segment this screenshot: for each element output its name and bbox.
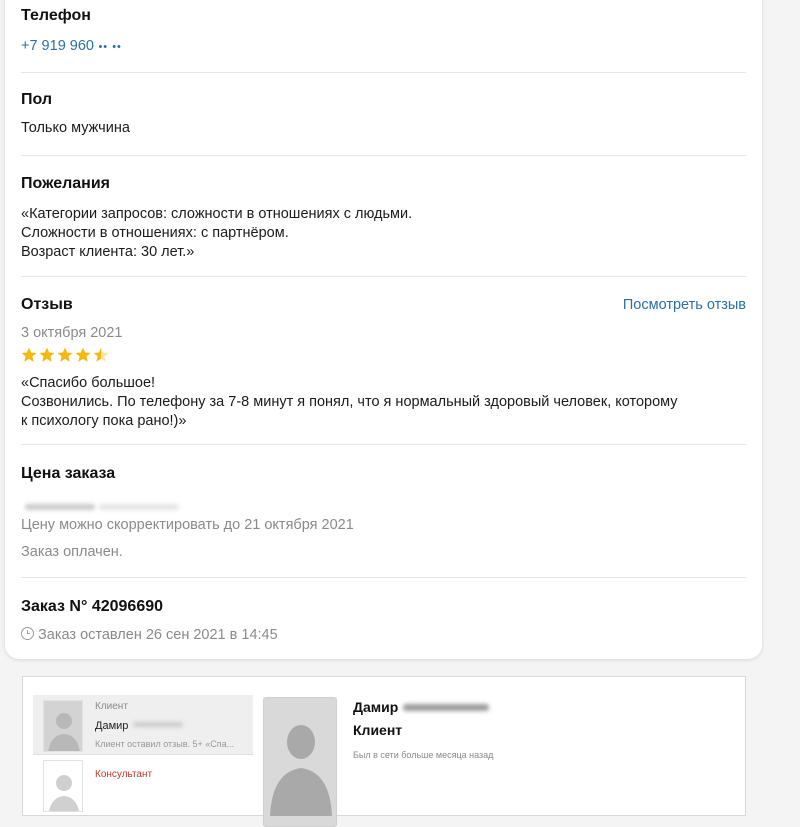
phone-title: Телефон [21, 7, 91, 24]
avatar [43, 700, 83, 752]
review-section: Отзыв Посмотреть отзыв 3 октября 2021 «С… [21, 277, 746, 445]
chat-item-name: Дамир [95, 720, 129, 732]
wishes-text: «Категории запросов: сложности в отношен… [21, 205, 412, 262]
chat-item-name-row: Дамир [95, 716, 234, 734]
blurred-surname [402, 704, 489, 712]
chat-panel: Клиент Дамир Клиент оставил отзыв. 5+ «С… [22, 676, 746, 827]
avatar [43, 760, 83, 812]
profile-avatar [263, 697, 337, 827]
chat-item-preview: Клиент оставил отзыв. 5+ «Спа... [95, 739, 235, 749]
chat-list: Клиент Дамир Клиент оставил отзыв. 5+ «С… [33, 695, 253, 815]
phone-number-link[interactable]: +7 919 960 [21, 38, 94, 54]
phone-masked-digits: •• •• [98, 41, 122, 53]
chat-item-role: Консультант [95, 769, 153, 780]
review-line: Созвонились. По телефону за 7-8 минут я … [21, 394, 678, 410]
profile-name-row: Дамир [353, 699, 493, 717]
order-created-text: Заказ оставлен 26 сен 2021 в 14:45 [38, 627, 278, 643]
wishes-line: «Категории запросов: сложности в отношен… [21, 206, 413, 222]
profile-info: Дамир Клиент Был в сети больше месяца на… [353, 699, 493, 760]
order-section: Заказ N° 42096690 Заказ оставлен 26 сен … [21, 578, 746, 658]
star-icon [21, 347, 37, 362]
profile-last-seen: Был в сети больше месяца назад [353, 750, 494, 760]
phone-value-row[interactable]: +7 919 960 •• •• [21, 37, 122, 55]
person-silhouette-icon [49, 775, 79, 811]
review-line: «Спасибо большое! [21, 375, 156, 391]
chat-item-role: Клиент [95, 701, 128, 712]
price-section: Цена заказа Цену можно скорректировать д… [21, 445, 746, 578]
review-date: 3 октября 2021 [21, 325, 123, 341]
wishes-line: Сложности в отношениях: с партнёром. [21, 225, 289, 241]
order-created-row: Заказ оставлен 26 сен 2021 в 14:45 [21, 627, 278, 643]
gender-value: Только мужчина [21, 120, 130, 136]
review-text: «Спасибо большое! Созвонились. По телефо… [21, 374, 678, 431]
chat-item-client[interactable]: Клиент Дамир Клиент оставил отзыв. 5+ «С… [33, 695, 253, 755]
review-line: к психологу пока рано!)» [21, 413, 187, 429]
chat-item-consultant[interactable]: Консультант [33, 755, 253, 815]
person-silhouette-icon [48, 713, 80, 751]
price-title: Цена заказа [21, 465, 116, 482]
star-icon [57, 347, 73, 362]
payment-status: Заказ оплачен. [21, 544, 123, 560]
order-title: Заказ N° 42096690 [21, 598, 164, 615]
person-silhouette-icon [270, 725, 332, 816]
wishes-line: Возраст клиента: 30 лет.» [21, 244, 195, 260]
star-icon [39, 347, 55, 362]
phone-section: Телефон +7 919 960 •• •• [21, 0, 746, 73]
profile-role: Клиент [353, 722, 403, 738]
clock-icon [21, 627, 34, 640]
view-review-link[interactable]: Посмотреть отзыв [623, 297, 746, 313]
rating-stars [21, 347, 109, 363]
gender-section: Пол Только мужчина [21, 73, 746, 156]
blurred-surname [132, 722, 183, 728]
price-note: Цену можно скорректировать до 21 октября… [21, 517, 354, 533]
star-icon [93, 347, 109, 362]
review-title: Отзыв [21, 296, 73, 313]
gender-title: Пол [21, 91, 53, 108]
wishes-title: Пожелания [21, 175, 110, 192]
order-details-card: Телефон +7 919 960 •• •• Пол Только мужч… [5, 0, 762, 659]
profile-name: Дамир [353, 699, 399, 715]
wishes-section: Пожелания «Категории запросов: сложности… [21, 156, 746, 277]
blurred-price [25, 497, 179, 515]
star-icon [75, 347, 91, 362]
